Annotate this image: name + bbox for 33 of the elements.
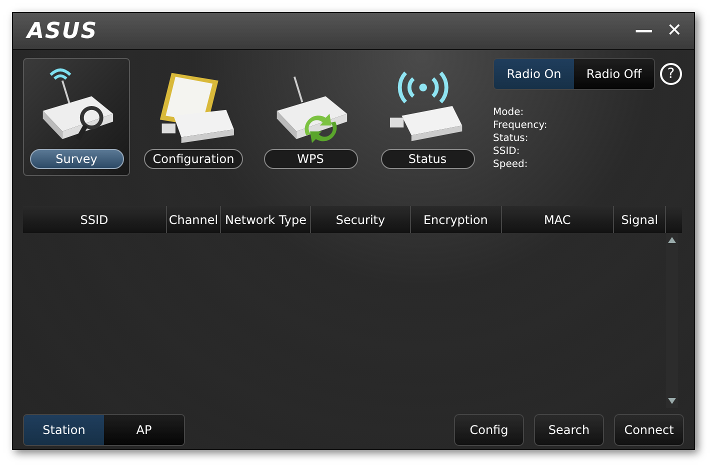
- close-button[interactable]: ✕: [662, 21, 686, 41]
- tile-label: Survey: [30, 149, 124, 169]
- action-button[interactable]: Config: [454, 414, 524, 446]
- action-button[interactable]: Search: [534, 414, 604, 446]
- info-label: Speed:: [493, 158, 529, 171]
- info-label: Frequency:: [493, 119, 548, 132]
- column-header[interactable]: Channel: [166, 206, 222, 233]
- nav-tile[interactable]: Configuration: [140, 58, 247, 176]
- logo: ASUS: [27, 18, 98, 44]
- help-button[interactable]: ?: [660, 63, 682, 85]
- radio-toggle-button[interactable]: Radio On: [494, 59, 574, 89]
- nav-tile[interactable]: Status: [374, 58, 481, 176]
- nav-tile[interactable]: WPS: [257, 58, 364, 176]
- info-label: Mode:: [493, 106, 525, 119]
- column-header[interactable]: SSID: [23, 206, 167, 233]
- mode-toggle-button[interactable]: Station: [24, 415, 104, 445]
- column-header[interactable]: Signal: [614, 206, 666, 233]
- info-label: Status:: [493, 132, 530, 145]
- mode-toggle-button[interactable]: AP: [104, 415, 184, 445]
- tile-label: Status: [380, 149, 474, 169]
- minimize-button[interactable]: —: [630, 21, 657, 41]
- scroll-up-icon[interactable]: [667, 236, 677, 244]
- column-header[interactable]: Security: [311, 206, 411, 233]
- nav-tile[interactable]: Survey: [23, 58, 130, 176]
- action-button[interactable]: Connect: [614, 414, 684, 446]
- info-label: SSID:: [493, 145, 521, 158]
- tile-label: Configuration: [144, 149, 244, 169]
- column-header[interactable]: Encryption: [410, 206, 502, 233]
- column-header[interactable]: Network Type: [221, 206, 312, 233]
- tile-label: WPS: [264, 149, 358, 169]
- radio-toggle-button[interactable]: Radio Off: [574, 59, 654, 89]
- column-header[interactable]: MAC: [502, 206, 614, 233]
- scroll-down-icon[interactable]: [667, 397, 677, 405]
